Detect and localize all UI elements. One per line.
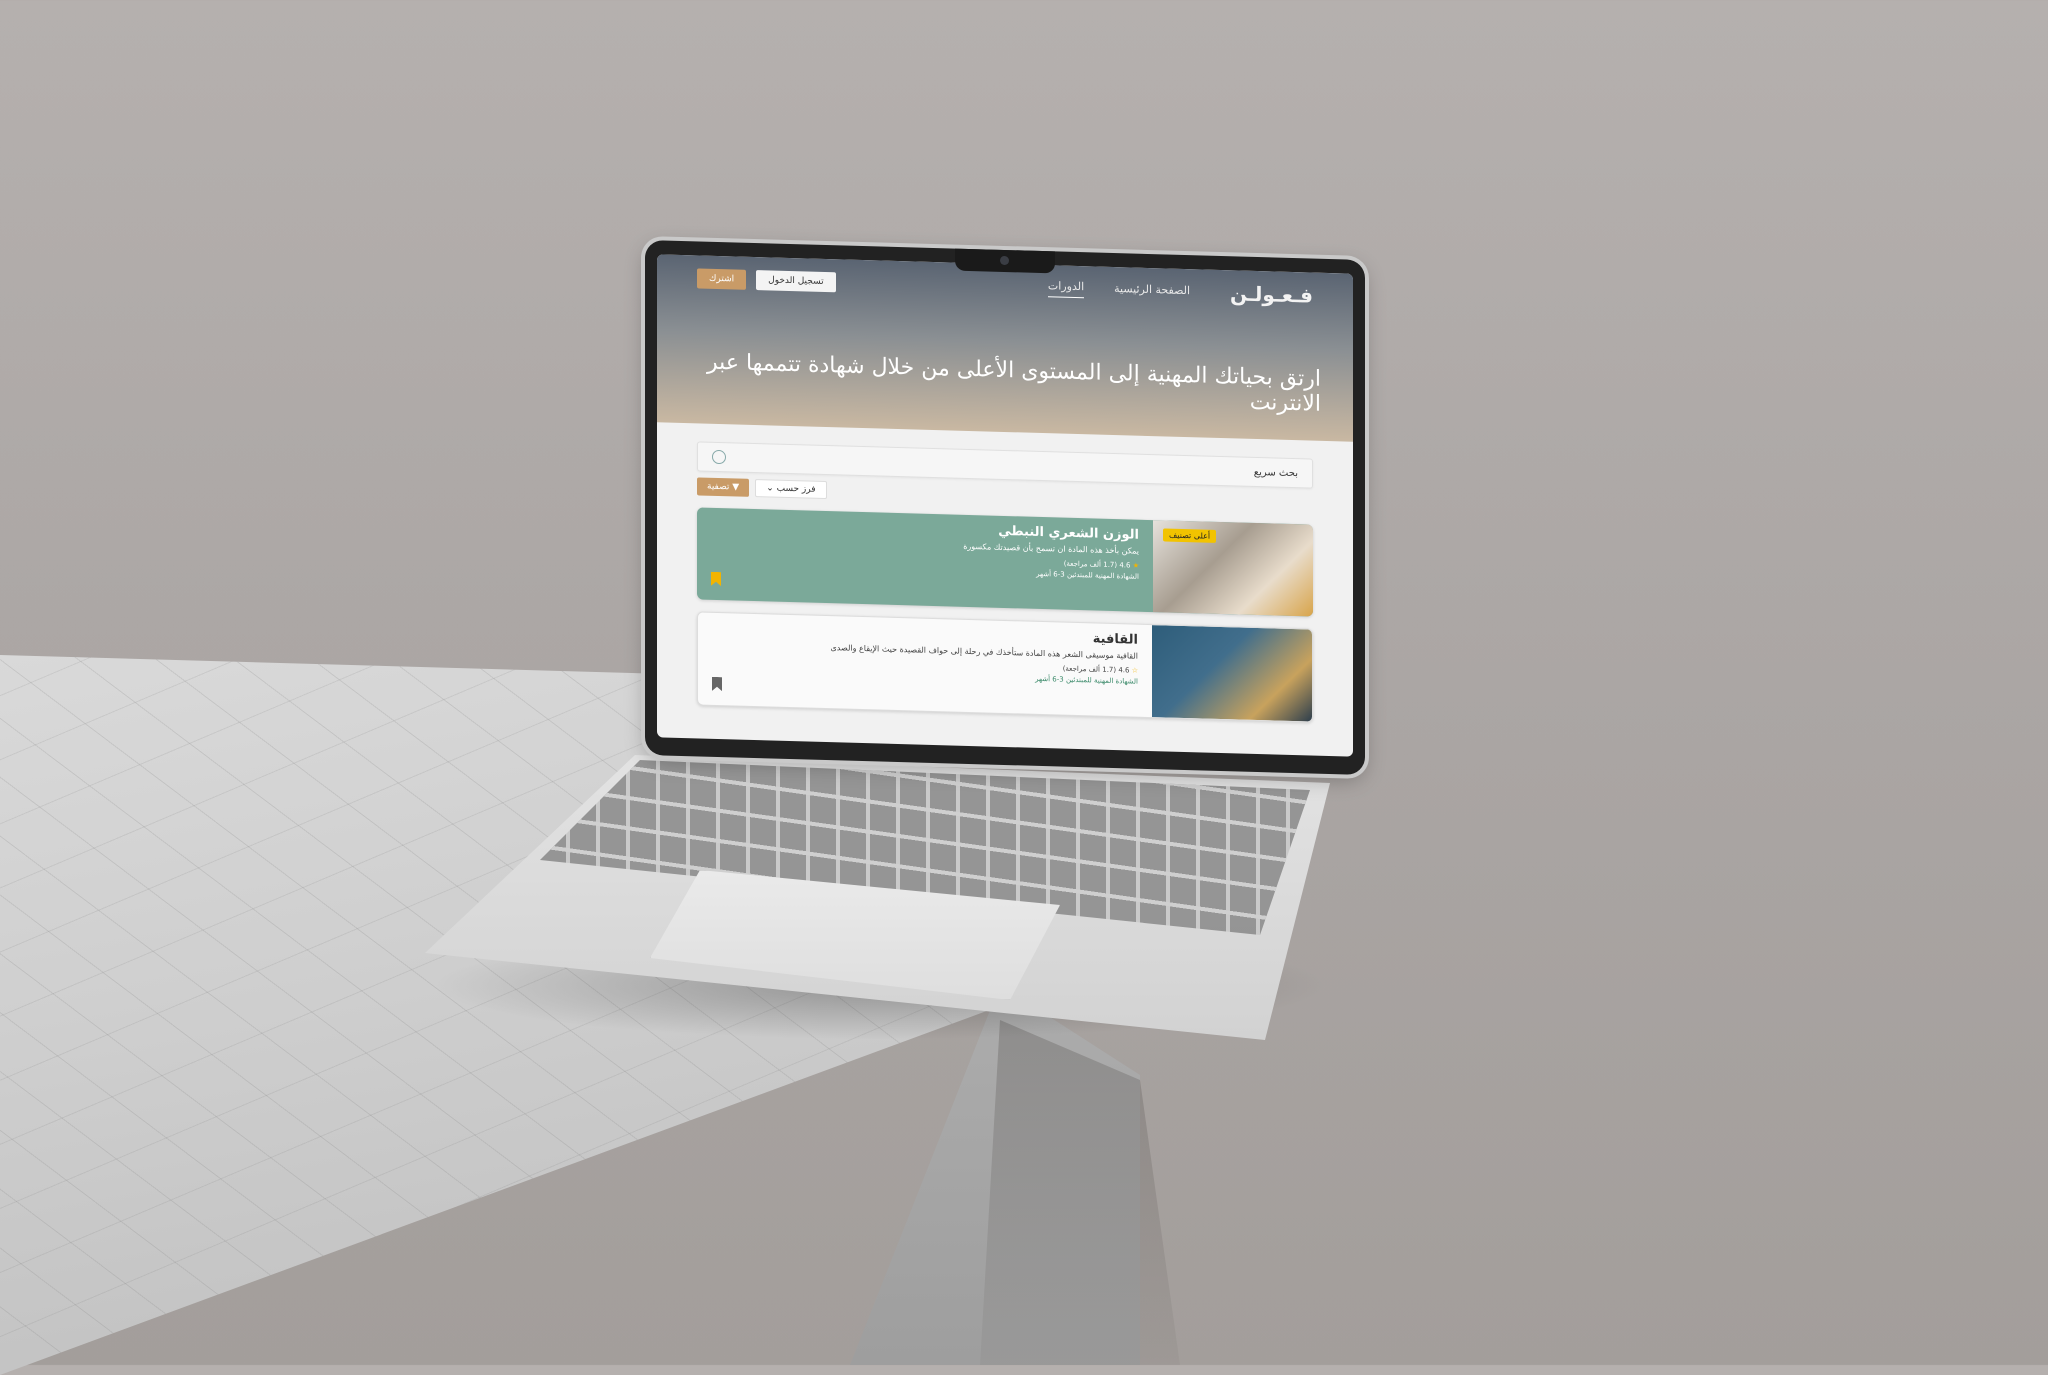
course-body: الوزن الشعري النبطي يمكن بأخذ هذه المادة… xyxy=(697,507,1153,612)
website: فـعـولـن الصفحة الرئيسية الدورات تسجيل ا… xyxy=(657,254,1353,756)
search-label: بحث سريع xyxy=(1253,466,1298,479)
chevron-down-icon: ⌄ xyxy=(766,483,774,494)
course-card[interactable]: أعلى تصنيف الوزن الشعري النبطي يمكن بأخذ… xyxy=(697,507,1313,617)
course-card[interactable]: القافية القافية موسيقى الشعر هذه المادة … xyxy=(697,611,1313,723)
rating-value: 4.6 xyxy=(1118,666,1130,675)
login-button[interactable]: تسجيل الدخول xyxy=(756,270,836,293)
nav-courses[interactable]: الدورات xyxy=(1047,279,1085,299)
filter-button[interactable]: ▼ تصفية xyxy=(697,477,750,497)
sort-dropdown[interactable]: فرز حسب ⌄ xyxy=(755,479,827,500)
reviews-count: (1.7 ألف مراجعة) xyxy=(1063,559,1118,570)
bookmark-icon[interactable] xyxy=(712,677,722,691)
hero-section: فـعـولـن الصفحة الرئيسية الدورات تسجيل ا… xyxy=(657,254,1353,442)
reviews-count: (1.7 ألف مراجعة) xyxy=(1062,664,1117,675)
camera-icon xyxy=(1000,255,1009,266)
laptop-lid: فـعـولـن الصفحة الرئيسية الدورات تسجيل ا… xyxy=(645,239,1365,776)
site-logo[interactable]: فـعـولـن xyxy=(1230,281,1313,307)
bookmark-icon[interactable] xyxy=(711,572,721,586)
course-image: أعلى تصنيف xyxy=(1153,520,1313,617)
search-input[interactable] xyxy=(726,450,1254,479)
filter-label: تصفية xyxy=(707,481,730,493)
subscribe-button[interactable]: اشترك xyxy=(697,268,747,290)
nav-home[interactable]: الصفحة الرئيسية xyxy=(1114,282,1190,301)
search-icon[interactable] xyxy=(712,449,726,465)
pedestal-shadow xyxy=(980,1020,1180,1365)
sort-label: فرز حسب xyxy=(776,483,816,495)
funnel-icon: ▼ xyxy=(729,482,740,493)
course-image xyxy=(1152,625,1312,722)
top-rated-badge: أعلى تصنيف xyxy=(1163,528,1217,543)
main-content: بحث سريع ▼ تصفية فرز حسب ⌄ أعلى تصنيف ال… xyxy=(657,422,1353,723)
course-body: القافية القافية موسيقى الشعر هذه المادة … xyxy=(698,612,1152,717)
nav-spacer xyxy=(836,282,1018,287)
star-icon: ★ xyxy=(1130,561,1139,570)
camera-notch xyxy=(955,248,1055,274)
star-icon: ☆ xyxy=(1129,666,1138,675)
hero-title: ارتق بحياتك المهنية إلى المستوى الأعلى م… xyxy=(707,349,1321,417)
laptop-screen: فـعـولـن الصفحة الرئيسية الدورات تسجيل ا… xyxy=(657,254,1353,757)
rating-value: 4.6 xyxy=(1119,561,1131,570)
